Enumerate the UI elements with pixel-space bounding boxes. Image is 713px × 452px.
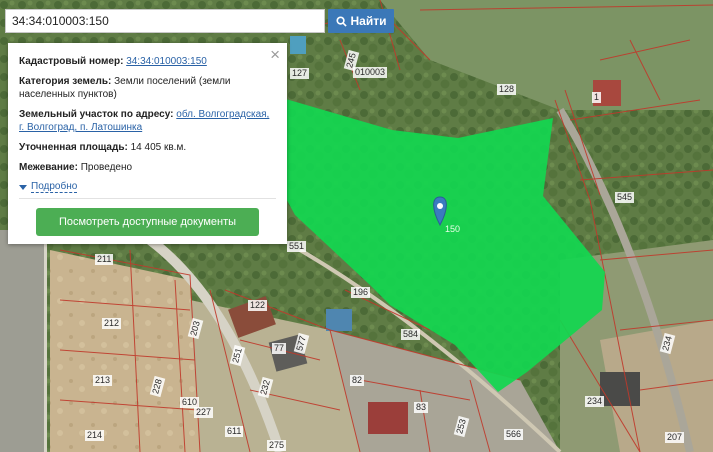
map-label: 150 (445, 224, 461, 234)
map-label: 83 (414, 402, 429, 413)
map-label: 275 (267, 440, 287, 451)
view-documents-button[interactable]: Посмотреть доступные документы (36, 208, 259, 236)
search-button-label: Найти (350, 14, 387, 28)
land-category-label: Категория земель: (19, 76, 112, 87)
map-label: 227 (194, 407, 214, 418)
cadastral-number-label: Кадастровый номер: (19, 56, 124, 67)
area-label: Уточненная площадь: (19, 142, 128, 153)
map-label: 213 (93, 375, 113, 386)
map-label: 82 (350, 375, 365, 386)
chevron-down-icon (19, 184, 27, 190)
address-row: Земельный участок по адресу: обл. Волгог… (19, 108, 276, 134)
map-label: 212 (102, 318, 122, 329)
map-label: 196 (351, 287, 371, 298)
map-label: 1 (592, 92, 602, 103)
map-label: 128 (497, 84, 517, 95)
map-label: 77 (272, 343, 287, 354)
map-label: 207 (665, 432, 685, 443)
land-category-row: Категория земель: Земли поселений (земли… (19, 75, 276, 101)
close-icon[interactable]: × (270, 46, 280, 64)
search-icon (335, 15, 347, 27)
map-label: 211 (95, 254, 114, 265)
map-label: 584 (401, 329, 421, 340)
details-link[interactable]: Подробно (31, 181, 78, 193)
area-row: Уточненная площадь: 14 405 кв.м. (19, 141, 276, 154)
map-label: 551 (287, 241, 307, 252)
map-label: 566 (504, 429, 524, 440)
survey-value: Проведено (80, 162, 133, 173)
survey-row: Межевание: Проведено (19, 161, 276, 174)
map-label: 214 (85, 430, 105, 441)
cadastral-number-row: Кадастровый номер: 34:34:010003:150 (19, 55, 276, 68)
cadastral-number-link[interactable]: 34:34:010003:150 (126, 56, 207, 67)
divider (19, 198, 276, 199)
map-label: 127 (290, 68, 310, 79)
map-label: 122 (248, 300, 268, 311)
map-label: 545 (615, 192, 635, 203)
map-label: 234 (585, 396, 605, 407)
search-input[interactable] (5, 9, 325, 33)
survey-label: Межевание: (19, 162, 78, 173)
search-button[interactable]: Найти (328, 9, 394, 33)
details-toggle[interactable]: Подробно (19, 181, 276, 193)
map-label: 010003 (353, 67, 388, 78)
parcel-info-panel: × Кадастровый номер: 34:34:010003:150 Ка… (8, 43, 287, 244)
map-label: 611 (225, 426, 244, 437)
address-label: Земельный участок по адресу: (19, 109, 174, 120)
area-value: 14 405 кв.м. (130, 142, 187, 153)
